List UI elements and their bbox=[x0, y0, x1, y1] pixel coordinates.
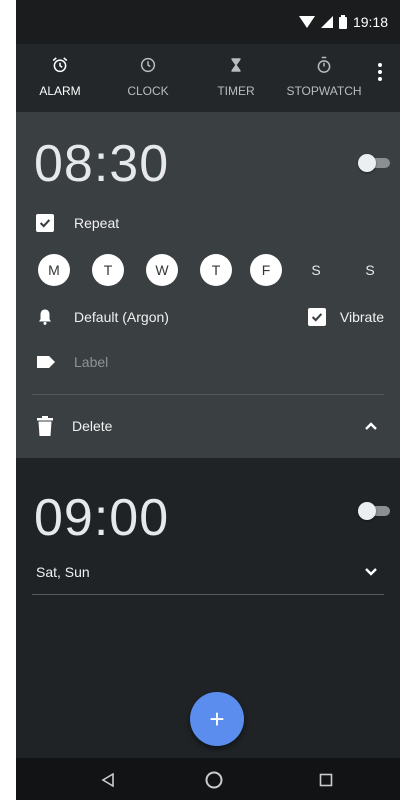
tab-alarm[interactable]: ALARM bbox=[16, 44, 104, 112]
wifi-icon bbox=[298, 16, 315, 28]
ringtone-label: Default (Argon) bbox=[74, 309, 169, 325]
battery-icon bbox=[338, 15, 347, 29]
home-circle-icon bbox=[205, 771, 223, 789]
back-triangle-icon bbox=[101, 773, 114, 787]
ringtone-row[interactable]: Default (Argon) Vibrate bbox=[36, 308, 384, 326]
status-time: 19:18 bbox=[352, 14, 388, 30]
signal-icon bbox=[320, 16, 333, 28]
label-placeholder: Label bbox=[74, 354, 109, 370]
delete-label: Delete bbox=[72, 418, 113, 434]
repeat-row[interactable]: Repeat bbox=[36, 214, 384, 232]
tab-stopwatch[interactable]: STOPWATCH bbox=[280, 44, 368, 112]
day-monday[interactable]: M bbox=[38, 254, 70, 286]
day-tuesday[interactable]: T bbox=[92, 254, 124, 286]
hourglass-icon bbox=[231, 58, 241, 72]
tab-stopwatch-label: STOPWATCH bbox=[286, 84, 362, 98]
day-thursday[interactable]: T bbox=[200, 254, 232, 286]
overflow-dot bbox=[378, 77, 382, 81]
alarm-summary-row[interactable]: Sat, Sun bbox=[36, 564, 384, 580]
back-button[interactable] bbox=[94, 766, 122, 794]
label-row[interactable]: Label bbox=[36, 354, 384, 370]
phone-screen: 19:18 ALARM CLOCK TIMER STOPWATCH 08:30 … bbox=[16, 0, 400, 800]
vibrate-option[interactable]: Vibrate bbox=[307, 308, 384, 326]
delete-row[interactable]: Delete bbox=[36, 416, 384, 436]
overflow-menu-button[interactable] bbox=[368, 58, 392, 86]
alarm-toggle[interactable] bbox=[358, 502, 392, 520]
clock-icon bbox=[140, 57, 156, 73]
alarm-toggle[interactable] bbox=[358, 154, 392, 172]
tab-alarm-label: ALARM bbox=[39, 84, 81, 98]
tab-bar: ALARM CLOCK TIMER STOPWATCH bbox=[16, 44, 400, 112]
card-divider bbox=[32, 394, 384, 395]
overflow-dot bbox=[378, 70, 382, 74]
day-sunday[interactable]: S bbox=[354, 254, 386, 286]
recents-square-icon bbox=[319, 773, 333, 787]
overflow-dot bbox=[378, 63, 382, 67]
repeat-label: Repeat bbox=[74, 215, 120, 231]
status-icons: 19:18 bbox=[298, 14, 388, 30]
recents-button[interactable] bbox=[312, 766, 340, 794]
bell-icon bbox=[39, 309, 51, 325]
check-icon bbox=[311, 313, 323, 322]
day-wednesday[interactable]: W bbox=[146, 254, 178, 286]
alarm-card-expanded[interactable]: 08:30 Repeat M T W T F S S Default (Argo… bbox=[16, 112, 400, 458]
day-saturday[interactable]: S bbox=[300, 254, 332, 286]
alarm-icon bbox=[52, 57, 68, 73]
day-friday[interactable]: F bbox=[250, 254, 282, 286]
check-icon bbox=[39, 219, 51, 228]
repeat-checkbox[interactable] bbox=[36, 214, 54, 232]
system-nav-bar bbox=[16, 758, 400, 800]
trash-icon bbox=[37, 416, 53, 436]
alarm-days-summary: Sat, Sun bbox=[36, 564, 90, 580]
vibrate-label: Vibrate bbox=[339, 309, 384, 325]
toggle-thumb bbox=[358, 502, 376, 520]
tab-clock-label: CLOCK bbox=[127, 84, 169, 98]
chevron-up-icon[interactable] bbox=[364, 421, 378, 431]
label-tag-icon bbox=[37, 356, 55, 368]
card-divider bbox=[32, 594, 384, 595]
tab-timer[interactable]: TIMER bbox=[192, 44, 280, 112]
add-alarm-button[interactable]: + bbox=[190, 692, 244, 746]
home-button[interactable] bbox=[200, 766, 228, 794]
toggle-thumb bbox=[358, 154, 376, 172]
status-bar: 19:18 bbox=[16, 0, 400, 44]
tab-clock[interactable]: CLOCK bbox=[104, 44, 192, 112]
stopwatch-icon bbox=[317, 56, 331, 73]
tab-timer-label: TIMER bbox=[217, 84, 255, 98]
alarm-time[interactable]: 08:30 bbox=[34, 134, 169, 194]
chevron-down-icon[interactable] bbox=[364, 567, 378, 577]
alarm-time[interactable]: 09:00 bbox=[34, 488, 169, 548]
vibrate-checkbox[interactable] bbox=[307, 308, 326, 326]
